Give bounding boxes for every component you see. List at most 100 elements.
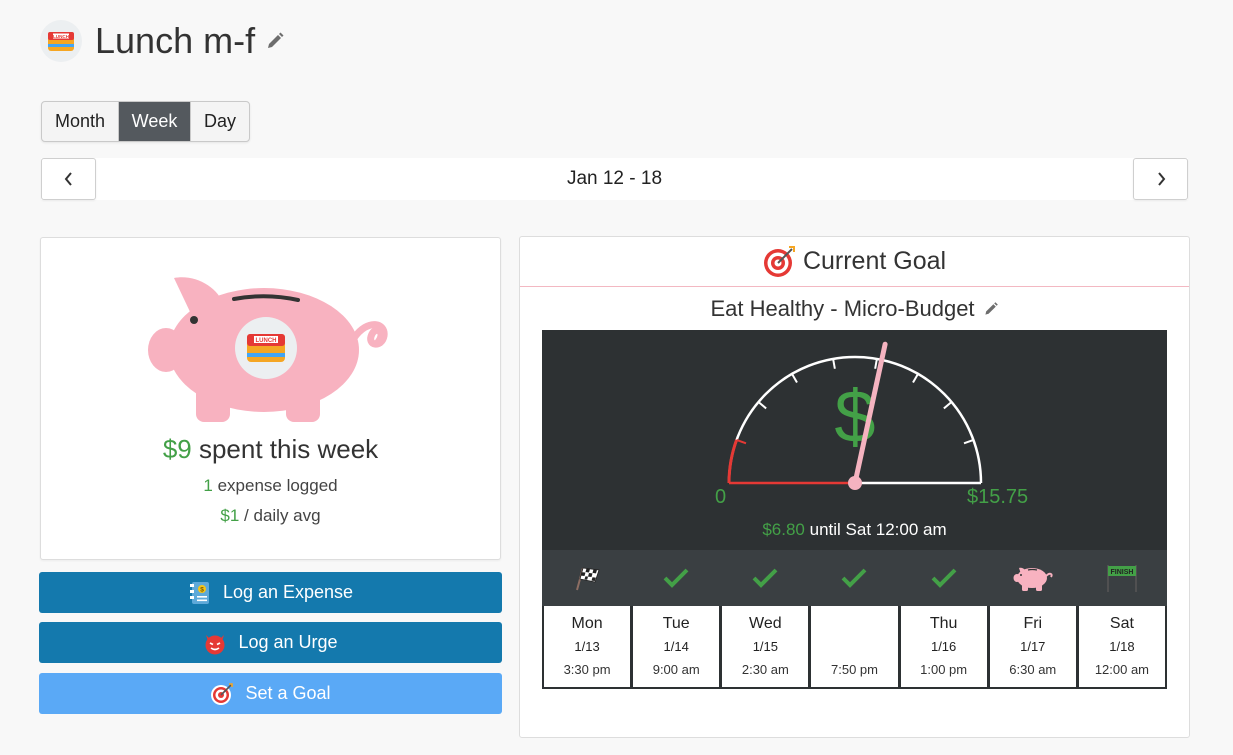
day-time: 2:30 am (741, 662, 789, 677)
day-status-cell (988, 550, 1077, 606)
expense-count-line: 1 expense logged (41, 476, 500, 496)
checkmark-icon (752, 568, 778, 588)
day-date: 1/13 (574, 639, 600, 654)
day-cell-wed: Wed 1/15 2:30 am (722, 606, 809, 687)
finish-flag-icon: FINISH (1107, 565, 1138, 592)
pencil-icon (268, 32, 284, 48)
page-title: Lunch m-f (95, 20, 256, 61)
day-cell-sat: Sat 1/18 12:00 am (1078, 606, 1165, 687)
budget-gauge: $ 0 $15.75 $6.80 until Sat 12:00 am (542, 330, 1167, 550)
day-time: 1:00 pm (920, 662, 968, 677)
day-status-cell (721, 550, 810, 606)
current-goal-heading: Current Goal (802, 247, 947, 275)
log-expense-button[interactable]: $ Log an Expense (39, 572, 502, 613)
gauge-tick (832, 358, 836, 369)
day-date: 1/16 (930, 639, 957, 654)
gauge-tick (874, 358, 878, 369)
spent-label: spent this week (198, 434, 379, 464)
day-name: Wed (749, 615, 782, 632)
remaining-until-label: until Sat 12:00 am (809, 520, 947, 539)
day-status-cell (810, 550, 899, 606)
weekly-summary-card: LUNCH $9 spent this week 1 expense logge… (40, 237, 501, 560)
pencil-icon (984, 302, 998, 315)
day-status-cell (899, 550, 988, 606)
gauge-dial: $ (727, 341, 983, 490)
piggy-bank-illustration: LUNCH (146, 268, 396, 433)
previous-week-button[interactable] (41, 158, 96, 200)
checkmark-icon (931, 568, 957, 588)
daily-average-line: $1 / daily avg (41, 506, 500, 526)
lunchbox-icon: LUNCH (48, 32, 74, 51)
chevron-right-icon (1157, 172, 1165, 186)
expense-count-label: expense logged (217, 476, 338, 495)
lunchbox-avatar: LUNCH (40, 20, 82, 62)
date-navigation: Jan 12 - 18 (41, 158, 1188, 200)
view-toggle: Month Week Day (41, 101, 250, 142)
day-date: 1/17 (1020, 639, 1046, 654)
day-date: 1/18 (1109, 639, 1135, 654)
gauge-tick (963, 438, 974, 445)
daily-average-amount: $1 (220, 506, 240, 525)
set-goal-label: Set a Goal (245, 683, 331, 703)
gauge-max-label: $15.75 (967, 486, 1029, 508)
tab-week[interactable]: Week (119, 102, 191, 141)
day-name: Thu (929, 615, 958, 632)
expense-count: 1 (203, 476, 213, 495)
checkmark-icon (842, 568, 867, 588)
remaining-budget: $6.80 until Sat 12:00 am (542, 520, 1167, 540)
gauge-tick (757, 401, 767, 410)
svg-text:$: $ (200, 586, 204, 593)
goal-name-row: Eat Healthy - Micro-Budget (520, 296, 1189, 322)
log-urge-button[interactable]: Log an Urge (39, 622, 502, 663)
piggy-bank-icon (1013, 567, 1053, 591)
day-status-cell (631, 550, 720, 606)
ledger-icon: $ (188, 581, 212, 605)
page-header: LUNCH Lunch m-f (40, 20, 285, 62)
checkered-flag-icon (575, 567, 600, 591)
day-name: Tue (662, 615, 690, 632)
day-cell-tue: Tue 1/14 9:00 am (633, 606, 720, 687)
day-date: 1/15 (752, 639, 778, 654)
remaining-amount: $6.80 (762, 520, 805, 539)
log-expense-label: Log an Expense (222, 582, 354, 602)
day-status-icons: FINISH (542, 550, 1167, 606)
day-time: 3:30 pm (563, 662, 611, 677)
day-name: Sat (1109, 615, 1134, 632)
target-icon (210, 682, 234, 706)
avatar-label: LUNCH (53, 34, 70, 39)
devil-face-icon (203, 631, 227, 655)
log-urge-label: Log an Urge (238, 632, 338, 652)
day-time: 7:50 pm (831, 662, 878, 677)
day-status-cell: FINISH (1078, 550, 1167, 606)
spent-this-week: $9 spent this week (41, 434, 500, 465)
gauge-needle-hub (848, 476, 862, 490)
target-icon (763, 245, 795, 278)
next-week-button[interactable] (1133, 158, 1188, 200)
day-time: 12:00 am (1094, 662, 1150, 677)
checkmark-icon (663, 568, 689, 588)
tab-month[interactable]: Month (42, 102, 119, 141)
day-status-cell (542, 550, 631, 606)
day-cell-extra: 7:50 pm (811, 606, 898, 687)
week-days-grid: Mon 1/13 3:30 pm Tue 1/14 9:00 am Wed 1/… (542, 606, 1167, 689)
day-time: 9:00 am (652, 662, 700, 677)
gauge-red-zone (727, 439, 739, 484)
day-cell-fri: Fri 1/17 6:30 am (989, 606, 1076, 687)
day-cell-thu: Thu 1/16 1:00 pm (900, 606, 987, 687)
edit-goal-button[interactable] (983, 301, 999, 317)
tab-day[interactable]: Day (191, 102, 249, 141)
gauge-tick (791, 373, 798, 384)
gauge-tick (912, 373, 919, 384)
date-range: Jan 12 - 18 (566, 168, 663, 189)
set-goal-button[interactable]: Set a Goal (39, 673, 502, 714)
current-goal-card: Current Goal Eat Healthy - Micro-Budget … (519, 236, 1190, 738)
chevron-left-icon (64, 172, 72, 186)
gauge-tick (736, 438, 747, 445)
edit-title-button[interactable] (265, 31, 285, 51)
day-name: Mon (571, 615, 603, 632)
gauge-tick (943, 401, 953, 410)
goal-name: Eat Healthy - Micro-Budget (710, 296, 975, 321)
current-goal-header: Current Goal (520, 237, 1189, 287)
spent-amount: $9 (162, 434, 192, 464)
finish-label: FINISH (1111, 569, 1134, 576)
